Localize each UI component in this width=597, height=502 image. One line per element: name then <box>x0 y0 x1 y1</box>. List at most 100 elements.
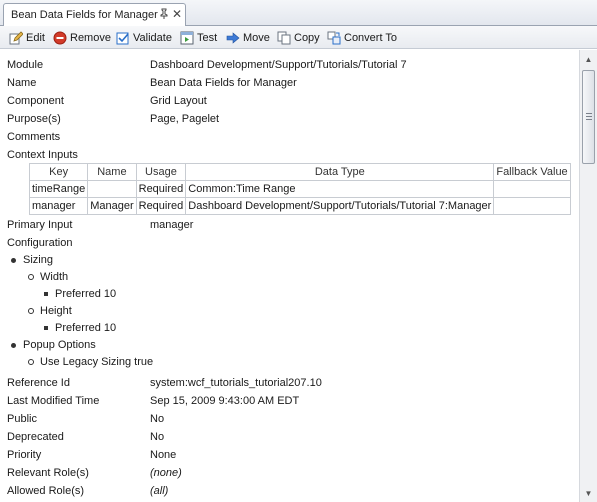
bullet-icon <box>11 258 16 263</box>
name-label: Name <box>7 77 37 89</box>
name-value: Bean Data Fields for Manager <box>150 77 297 89</box>
context-inputs-label: Context Inputs <box>7 149 78 161</box>
primary-input-value: manager <box>150 219 194 231</box>
edit-label: Edit <box>26 31 45 44</box>
config-legacy-sizing: Use Legacy Sizing true <box>40 355 153 369</box>
remove-icon <box>53 31 67 44</box>
cell-name: Manager <box>87 197 137 215</box>
cell-data-type: Dashboard Development/Support/Tutorials/… <box>185 197 495 215</box>
copy-label: Copy <box>294 31 320 44</box>
tab-title: Bean Data Fields for Manager <box>11 9 158 21</box>
col-data-type: Data Type <box>185 163 495 181</box>
preferred-label: Preferred <box>55 322 101 334</box>
move-arrow-icon <box>226 31 240 44</box>
module-value: Dashboard Development/Support/Tutorials/… <box>150 59 407 71</box>
preferred-value: 10 <box>103 322 117 334</box>
remove-button[interactable]: Remove <box>53 29 111 46</box>
test-button[interactable]: Test <box>180 29 217 46</box>
scroll-up-arrow-icon[interactable]: ▲ <box>580 51 597 67</box>
configuration-label: Configuration <box>7 237 73 249</box>
cell-fallback <box>493 180 571 198</box>
validate-icon <box>116 32 129 44</box>
bullet-icon <box>44 326 48 330</box>
scroll-down-arrow-icon[interactable]: ▼ <box>580 485 597 501</box>
convert-icon <box>327 31 341 44</box>
reference-id-label: Reference Id <box>7 377 70 389</box>
editor-tab-bar: Bean Data Fields for Manager ✕ <box>0 0 597 27</box>
legacy-value: true <box>134 356 154 368</box>
table-row: manager Manager Required Dashboard Devel… <box>28 197 571 215</box>
vertical-scrollbar[interactable]: ▲ ▼ <box>579 50 597 502</box>
cell-key: manager <box>28 197 89 215</box>
priority-value: None <box>150 449 177 461</box>
config-height: Height <box>40 305 72 317</box>
component-value: Grid Layout <box>150 95 207 107</box>
preferred-label: Preferred <box>55 288 101 300</box>
config-width-preferred: Preferred 10 <box>55 287 116 301</box>
move-button[interactable]: Move <box>226 29 270 46</box>
legacy-label: Use Legacy Sizing <box>40 356 132 368</box>
comments-label: Comments <box>7 131 61 143</box>
tab-bean-data-fields[interactable]: Bean Data Fields for Manager ✕ <box>3 3 186 27</box>
allowed-roles-value: (all) <box>150 485 169 497</box>
context-inputs-table: Key Name Usage Data Type Fallback Value … <box>28 163 571 215</box>
cell-usage: Required <box>135 180 187 198</box>
cell-data-type: Common:Time Range <box>185 180 495 198</box>
cell-usage: Required <box>135 197 187 215</box>
config-sizing: Sizing <box>23 254 53 266</box>
bullet-icon <box>28 359 34 365</box>
validate-button[interactable]: Validate <box>116 29 172 46</box>
grip-line <box>586 116 592 117</box>
bullet-icon <box>28 308 34 314</box>
copy-button[interactable]: Copy <box>277 29 320 46</box>
col-name: Name <box>87 163 137 181</box>
col-usage: Usage <box>135 163 187 181</box>
move-label: Move <box>243 31 270 44</box>
allowed-roles-label: Allowed Role(s) <box>7 485 85 497</box>
public-label: Public <box>7 413 37 425</box>
config-popup-options: Popup Options <box>23 339 96 351</box>
purpose-label: Purpose(s) <box>7 113 61 125</box>
primary-input-label: Primary Input <box>7 219 73 231</box>
properties-panel: Module Dashboard Development/Support/Tut… <box>0 50 579 502</box>
preferred-value: 10 <box>103 288 117 300</box>
test-label: Test <box>197 31 218 44</box>
bullet-icon <box>28 274 34 280</box>
purpose-value: Page, Pagelet <box>150 113 220 125</box>
component-label: Component <box>7 95 64 107</box>
copy-icon <box>277 31 291 44</box>
public-value: No <box>150 413 165 425</box>
pencil-icon <box>9 30 23 44</box>
bullet-icon <box>44 292 48 296</box>
table-header-row: Key Name Usage Data Type Fallback Value <box>28 163 571 181</box>
config-width: Width <box>40 271 69 283</box>
convert-button[interactable]: Convert To <box>327 29 397 46</box>
config-height-preferred: Preferred 10 <box>55 321 116 335</box>
reference-id-value: system:wcf_tutorials_tutorial207.10 <box>150 377 322 389</box>
remove-label: Remove <box>70 31 111 44</box>
last-modified-label: Last Modified Time <box>7 395 100 407</box>
module-label: Module <box>7 59 44 71</box>
validate-label: Validate <box>133 31 172 44</box>
grip-line <box>586 113 592 114</box>
toolbar: Edit Remove Validate Test Move Copy Conv… <box>0 26 597 49</box>
relevant-roles-label: Relevant Role(s) <box>7 467 89 479</box>
priority-label: Priority <box>7 449 42 461</box>
bullet-icon <box>11 343 16 348</box>
close-icon[interactable]: ✕ <box>172 7 182 21</box>
cell-key: timeRange <box>28 180 89 198</box>
test-icon <box>180 31 194 44</box>
table-row: timeRange Required Common:Time Range <box>28 180 571 198</box>
deprecated-value: No <box>150 431 165 443</box>
col-fallback-value: Fallback Value <box>493 163 571 181</box>
cell-name <box>87 180 137 198</box>
grip-line <box>586 119 592 120</box>
cell-fallback <box>493 197 571 215</box>
convert-label: Convert To <box>344 31 397 44</box>
edit-button[interactable]: Edit <box>9 29 45 46</box>
relevant-roles-value: (none) <box>150 467 182 479</box>
scrollbar-thumb[interactable] <box>582 70 595 164</box>
col-key: Key <box>28 163 89 181</box>
pin-icon[interactable] <box>159 8 169 22</box>
last-modified-value: Sep 15, 2009 9:43:00 AM EDT <box>150 395 300 407</box>
